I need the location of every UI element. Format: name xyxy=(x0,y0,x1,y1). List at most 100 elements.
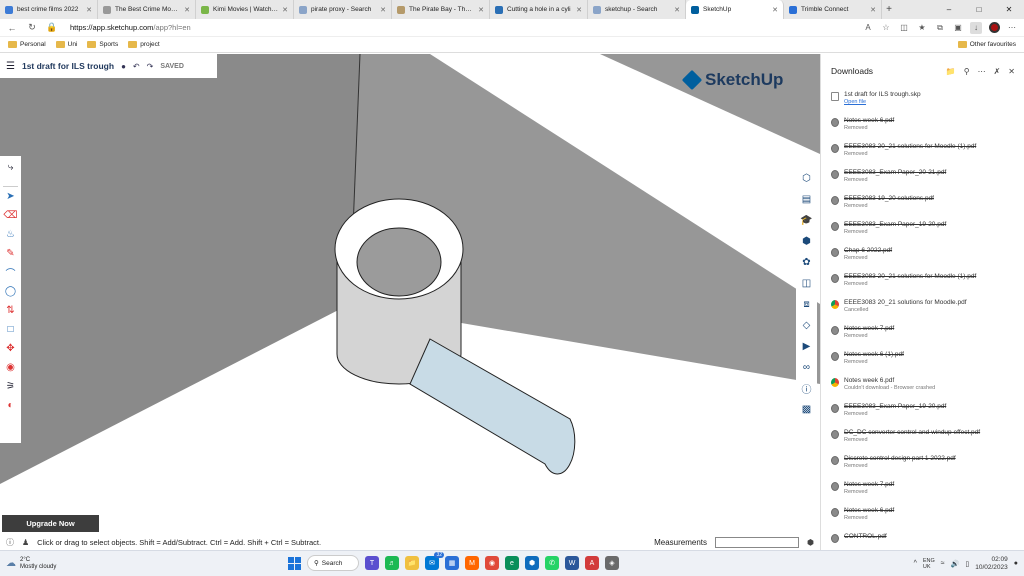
user-icon[interactable]: ♟ xyxy=(22,538,29,547)
mail-icon[interactable]: ✉ 32 xyxy=(425,552,444,570)
acrobat-icon[interactable]: A xyxy=(585,556,599,570)
download-item[interactable]: Discrete control design part 1 2022.pdf R… xyxy=(831,454,1017,480)
file-explorer-icon[interactable]: 📁 xyxy=(405,556,419,570)
tab-close-icon[interactable]: ✕ xyxy=(674,6,680,14)
edge-icon[interactable]: e xyxy=(505,556,519,570)
close-icon[interactable]: ✕ xyxy=(1008,67,1015,76)
tab-close-icon[interactable]: ✕ xyxy=(478,6,484,14)
move-tool-icon[interactable]: ✥ xyxy=(2,339,19,358)
download-item[interactable]: EEEE3083 20_21 solutions for Moodle (1).… xyxy=(831,142,1017,168)
bookmark-sports[interactable]: Sports xyxy=(87,41,118,48)
bookmark-personal[interactable]: Personal xyxy=(8,41,46,48)
browser-tab[interactable]: sketchup - Search ✕ xyxy=(588,0,686,19)
instructor-icon[interactable]: 🎓 xyxy=(798,210,815,231)
tab-close-icon[interactable]: ✕ xyxy=(86,6,92,14)
eraser-tool-icon[interactable]: ⌫ xyxy=(2,206,19,225)
browser-tab[interactable]: Kimi Movies | Watch M ✕ xyxy=(196,0,294,19)
components-icon[interactable]: ⬢ xyxy=(798,231,815,252)
display-icon[interactable]: ∞ xyxy=(798,357,815,378)
info-icon[interactable]: ⓘ xyxy=(798,378,815,399)
walk-tool-icon[interactable]: ⚞ xyxy=(2,377,19,396)
collections-icon[interactable]: ⧉ xyxy=(934,22,946,34)
search-tools-icon[interactable]: ⤷ xyxy=(2,158,19,177)
download-item[interactable]: EEEE3083_Exam Paper_19-20.pdf Removed xyxy=(831,220,1017,246)
download-item[interactable]: Notes week 6.pdf Removed xyxy=(831,116,1017,142)
tab-close-icon[interactable]: ✕ xyxy=(576,6,582,14)
weather-widget[interactable]: ☁ 2°C Mostly cloudy xyxy=(6,557,56,571)
back-icon[interactable]: ← xyxy=(6,23,18,33)
notification-icon[interactable]: ● xyxy=(1014,560,1018,567)
browser-tab[interactable]: pirate proxy - Search ✕ xyxy=(294,0,392,19)
styles-icon[interactable]: ◫ xyxy=(798,273,815,294)
select-tool-icon[interactable]: ➤ xyxy=(2,187,19,206)
open-file-link[interactable]: Open file xyxy=(844,99,921,105)
minimize-icon[interactable]: – xyxy=(934,5,964,14)
download-item[interactable]: Notes week 6.pdf Couldn't download - Brow… xyxy=(831,376,1017,402)
clock[interactable]: 02:09 10/02/2023 xyxy=(975,556,1008,572)
rectangle-tool-icon[interactable]: ◯ xyxy=(2,282,19,301)
outliner-icon[interactable]: ▤ xyxy=(798,189,815,210)
browser-tab[interactable]: The Pirate Bay - The g ✕ xyxy=(392,0,490,19)
download-item[interactable]: CONTROL.pdf xyxy=(831,532,1017,550)
download-item[interactable]: EEEE3083_Exam Paper_20-21.pdf Removed xyxy=(831,168,1017,194)
paint-bucket-icon[interactable]: ♨ xyxy=(2,225,19,244)
profile-avatar[interactable] xyxy=(988,22,1000,34)
bookmark-project[interactable]: project xyxy=(128,41,160,48)
download-item[interactable]: Notes week 6.pdf Removed xyxy=(831,506,1017,532)
download-item[interactable]: Notes week 7.pdf Removed xyxy=(831,480,1017,506)
download-item[interactable]: Chap 6 2022.pdf Removed xyxy=(831,246,1017,272)
sketchup-taskbar-icon[interactable]: ⬢ xyxy=(525,556,539,570)
cylinder-hole[interactable] xyxy=(356,227,442,297)
tab-close-icon[interactable]: ✕ xyxy=(380,6,386,14)
download-item[interactable]: Notes week 7.pdf Removed xyxy=(831,324,1017,350)
download-item[interactable]: 1st draft for ILS trough.skp Open file xyxy=(831,90,1017,116)
monero-icon[interactable]: M xyxy=(465,556,479,570)
word-icon[interactable]: W xyxy=(565,556,579,570)
document-title[interactable]: 1st draft for ILS trough xyxy=(22,61,114,71)
scenes-icon[interactable]: ▶ xyxy=(798,336,815,357)
download-icon[interactable]: ↓ xyxy=(970,21,982,34)
download-item[interactable]: EEEE3083 19_20 solutions.pdf Removed xyxy=(831,194,1017,220)
extension-icon[interactable]: ▩ xyxy=(798,399,815,420)
language-indicator[interactable]: ENG UK xyxy=(923,558,935,570)
arc-tool-icon[interactable]: ⌒ xyxy=(2,263,19,282)
download-item[interactable]: EEEE3083_Exam Paper_19-20.pdf Removed xyxy=(831,402,1017,428)
more-icon[interactable]: ⋯ xyxy=(978,67,986,76)
upgrade-button[interactable]: Upgrade Now xyxy=(2,515,99,532)
download-item[interactable]: EEEE3083 20_21 solutions for Moodle (1).… xyxy=(831,272,1017,298)
download-item[interactable]: DC_DC converter control and windup effec… xyxy=(831,428,1017,454)
push-pull-tool-icon[interactable]: ⇅ xyxy=(2,301,19,320)
new-tab-button[interactable]: + xyxy=(882,4,896,15)
tags-icon[interactable]: ◇ xyxy=(798,315,815,336)
spotify-icon[interactable]: ♬ xyxy=(385,556,399,570)
browser-tab[interactable]: SketchUp ✕ xyxy=(686,0,784,19)
entity-info-icon[interactable]: ⬡ xyxy=(798,168,815,189)
calendar-icon[interactable]: ▦ xyxy=(445,556,459,570)
browser-tab[interactable]: Trimble Connect ✕ xyxy=(784,0,882,19)
favorites-icon[interactable]: ★ xyxy=(916,22,928,34)
extensions-icon[interactable]: ▣ xyxy=(952,22,964,34)
split-screen-icon[interactable]: ◫ xyxy=(898,22,910,34)
3d-viewport[interactable] xyxy=(0,54,820,534)
tab-close-icon[interactable]: ✕ xyxy=(772,6,778,14)
battery-icon[interactable]: ▯ xyxy=(965,560,969,568)
maximize-icon[interactable]: □ xyxy=(964,5,994,14)
download-item[interactable]: Notes week 6 (1).pdf Removed xyxy=(831,350,1017,376)
user-icon[interactable]: ● xyxy=(121,62,126,71)
refresh-icon[interactable]: ↻ xyxy=(26,22,38,33)
read-aloud-icon[interactable]: A xyxy=(862,22,874,34)
lock-icon[interactable]: 🔒 xyxy=(46,22,58,33)
chevron-up-icon[interactable]: ^ xyxy=(914,560,917,567)
help-icon[interactable]: ⓘ xyxy=(6,537,14,548)
tab-close-icon[interactable]: ✕ xyxy=(870,6,876,14)
browser-tab[interactable]: The Best Crime Movies ✕ xyxy=(98,0,196,19)
tab-close-icon[interactable]: ✕ xyxy=(282,6,288,14)
pin-icon[interactable]: ✗ xyxy=(994,67,1001,76)
pencil-tool-icon[interactable]: ✎ xyxy=(2,244,19,263)
tab-close-icon[interactable]: ✕ xyxy=(184,6,190,14)
section-plane-icon[interactable]: ◐ xyxy=(2,396,19,415)
start-icon[interactable] xyxy=(288,556,301,570)
volume-icon[interactable]: 🔊 xyxy=(951,560,960,568)
materials-icon[interactable]: ✿ xyxy=(798,252,815,273)
wifi-icon[interactable]: ≈ xyxy=(941,560,945,567)
